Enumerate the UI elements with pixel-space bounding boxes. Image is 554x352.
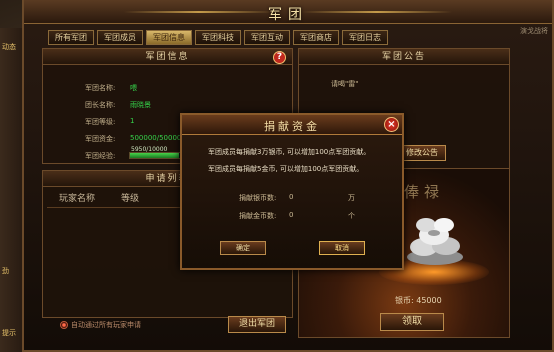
- close-icon[interactable]: ×: [384, 117, 399, 132]
- info-label: 军团等级:: [85, 118, 116, 126]
- cancel-button[interactable]: 取消: [319, 241, 365, 255]
- left-strip-text: 动态: [2, 43, 16, 51]
- window-title: 军团: [268, 7, 308, 23]
- tab-legion-info[interactable]: 军团信息: [146, 30, 192, 45]
- donate-funds-dialog: 捐献资金 × 军团成员每捐献3万银币, 可以增加100点军团贡献。 军团成员每捐…: [180, 113, 404, 270]
- donate-rule-gold: 军团成员每捐献5金币, 可以增加100点军团贡献。: [208, 165, 364, 173]
- gold-unit: 个: [348, 212, 355, 220]
- silver-donate-label: 捐献银币数:: [239, 194, 277, 202]
- auto-accept-label: 自动通过所有玩家申请: [71, 321, 141, 329]
- gold-donate-label: 捐献金币数:: [239, 212, 277, 220]
- silver-ingot-icon: [407, 218, 463, 265]
- silver-amount: 银币: 45000: [395, 296, 442, 305]
- left-strip-text: 提示: [2, 329, 16, 337]
- tab-members[interactable]: 军团成员: [97, 30, 143, 45]
- dialog-title: 捐献资金: [264, 120, 320, 133]
- gold-donate-input[interactable]: 0: [289, 211, 293, 219]
- quit-legion-button[interactable]: 退出军团: [228, 316, 286, 333]
- tab-all-legions[interactable]: 所有军团: [48, 30, 94, 45]
- dialog-header: 捐献资金 ×: [182, 115, 402, 135]
- info-label: 团长名称:: [85, 101, 116, 109]
- silver-donate-input[interactable]: 0: [289, 193, 293, 201]
- legion-name-value: 喂: [130, 84, 137, 92]
- notice-text: 请喝"雷": [331, 80, 359, 88]
- left-strip-text: 劲: [2, 267, 9, 275]
- column-player-name: 玩家名称: [59, 194, 96, 204]
- tab-technology[interactable]: 军团科技: [195, 30, 241, 45]
- tab-interaction[interactable]: 军团互动: [244, 30, 290, 45]
- modify-notice-button[interactable]: 修改公告: [398, 145, 446, 161]
- panel-header: 军团信息: [43, 49, 292, 65]
- exp-progress-fill: [130, 153, 179, 158]
- info-label: 军团经验:: [85, 152, 116, 160]
- confirm-button[interactable]: 确定: [220, 241, 266, 255]
- info-label: 军团名称:: [85, 84, 116, 92]
- tab-bar: 所有军团 军团成员 军团信息 军团科技 军团互动 军团商店 军团日志: [48, 30, 388, 45]
- title-bar: 军团: [24, 0, 552, 24]
- legion-funds-value: 500000/500000: [130, 134, 186, 142]
- panel-header: 军团公告: [299, 49, 509, 65]
- donate-rule-silver: 军团成员每捐献3万银币, 可以增加100点军团贡献。: [208, 148, 371, 156]
- silver-unit: 万: [348, 194, 355, 202]
- help-icon[interactable]: ?: [273, 51, 286, 64]
- legion-level-value: 1: [130, 117, 135, 125]
- tab-shop[interactable]: 军团商店: [293, 30, 339, 45]
- info-label: 军团资金:: [85, 135, 116, 143]
- top-right-text: 演戈战将: [520, 27, 548, 35]
- auto-accept-option[interactable]: 自动通过所有玩家申请: [60, 320, 141, 330]
- column-level: 等级: [121, 194, 140, 204]
- leader-name-value: 雨晓景: [130, 101, 151, 109]
- radio-icon[interactable]: [60, 321, 68, 329]
- receive-salary-button[interactable]: 领取: [380, 313, 444, 331]
- tab-log[interactable]: 军团日志: [342, 30, 388, 45]
